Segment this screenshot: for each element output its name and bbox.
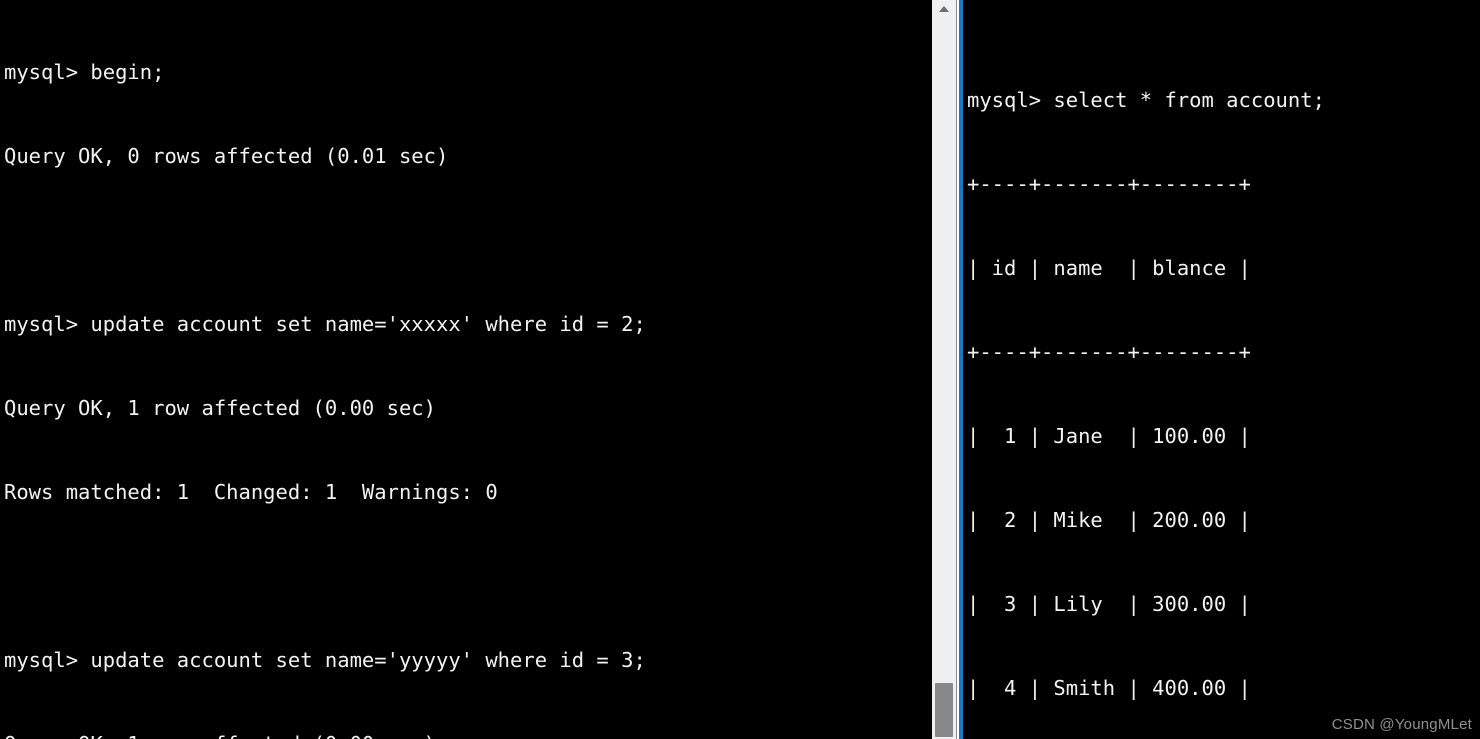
terminal-line: mysql> update account set name='xxxxx' w… <box>4 312 646 336</box>
right-terminal-pane[interactable]: mysql> select * from account; +----+----… <box>963 0 1480 739</box>
table-border-line: +----+-------+--------+ <box>967 172 1251 196</box>
terminal-line: mysql> update account set name='yyyyy' w… <box>4 648 646 672</box>
terminal-line: Rows matched: 1 Changed: 1 Warnings: 0 <box>4 480 498 504</box>
table-header-row: | id | name | blance | <box>967 256 1251 280</box>
table-row: | 2 | Mike | 200.00 | <box>967 508 1251 532</box>
terminal-line: mysql> select * from account; <box>967 88 1325 112</box>
scrollbar-thumb[interactable] <box>935 683 953 737</box>
terminal-line: Query OK, 1 row affected (0.00 sec) <box>4 396 436 420</box>
watermark-label: CSDN @YoungMLet <box>1331 716 1472 733</box>
vertical-scrollbar[interactable] <box>932 0 957 739</box>
left-terminal-pane[interactable]: mysql> begin; Query OK, 0 rows affected … <box>0 0 932 739</box>
table-row: | 1 | Jane | 100.00 | <box>967 424 1251 448</box>
terminal-line: Query OK, 1 row affected (0.00 sec) <box>0 730 932 739</box>
terminal-line: mysql> begin; <box>4 60 165 84</box>
terminal-line: Query OK, 0 rows affected (0.01 sec) <box>4 144 449 168</box>
table-row: | 3 | Lily | 300.00 | <box>967 592 1251 616</box>
triangle-up-icon[interactable] <box>932 0 956 18</box>
table-row: | 4 | Smith | 400.00 | <box>967 676 1251 700</box>
terminal-screen: mysql> begin; Query OK, 0 rows affected … <box>0 0 1480 739</box>
table-border-line: +----+-------+--------+ <box>967 340 1251 364</box>
